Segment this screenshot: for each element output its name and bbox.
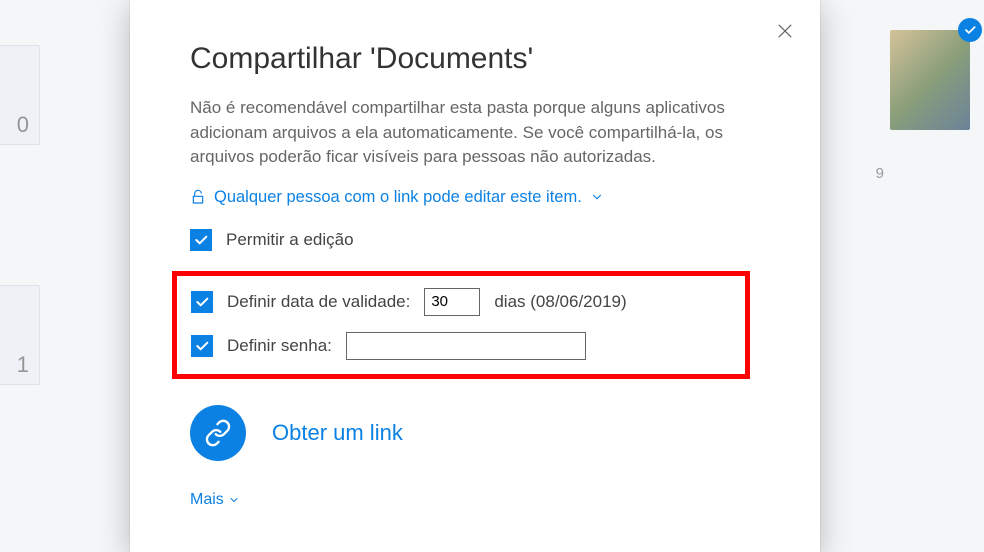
folder-label: e email — [0, 153, 40, 170]
permission-text: Qualquer pessoa com o link pode editar e… — [214, 188, 582, 207]
folder-item[interactable]: 0 e email de 2017 — [0, 45, 40, 186]
password-input[interactable] — [346, 332, 586, 360]
folder-count: 0 — [17, 112, 29, 138]
link-icon — [204, 419, 232, 447]
selected-thumbnail[interactable] — [890, 30, 970, 130]
selected-check-icon — [958, 18, 982, 42]
folder-item[interactable]: 1 res de 2011 — [0, 285, 40, 426]
more-label: Mais — [190, 491, 224, 509]
folder-sublabel: de 2011 — [0, 410, 40, 426]
check-icon — [194, 294, 210, 310]
check-icon — [193, 232, 209, 248]
set-expiry-label: Definir data de validade: — [227, 292, 410, 312]
folder-icon: 0 — [0, 45, 40, 145]
set-password-label: Definir senha: — [227, 336, 332, 356]
check-icon — [194, 338, 210, 354]
unlock-icon — [190, 189, 206, 205]
allow-editing-row: Permitir a edição — [190, 229, 778, 251]
allow-editing-label: Permitir a edição — [226, 230, 354, 250]
allow-editing-checkbox[interactable] — [190, 229, 212, 251]
more-button[interactable]: Mais — [190, 491, 778, 509]
set-password-checkbox[interactable] — [191, 335, 213, 357]
warning-text: Não é recomendável compartilhar esta pas… — [190, 96, 750, 170]
set-expiry-row: Definir data de validade: dias (08/06/20… — [191, 288, 731, 316]
folder-icon: 1 — [0, 285, 40, 385]
folder-count: 1 — [17, 352, 29, 378]
set-password-row: Definir senha: — [191, 332, 731, 360]
expiry-days-input[interactable] — [424, 288, 480, 316]
chevron-down-icon — [228, 494, 240, 506]
dialog-title: Compartilhar 'Documents' — [190, 42, 778, 76]
folder-label: res — [0, 393, 40, 410]
expiry-suffix: dias (08/06/2019) — [494, 292, 626, 312]
permission-selector[interactable]: Qualquer pessoa com o link pode editar e… — [190, 188, 778, 207]
get-link-label: Obter um link — [272, 420, 403, 446]
folder-sublabel: de 2017 — [0, 170, 40, 186]
chevron-down-icon — [590, 190, 604, 204]
close-button[interactable] — [770, 16, 800, 46]
share-dialog: Compartilhar 'Documents' Não é recomendá… — [130, 0, 820, 552]
set-expiry-checkbox[interactable] — [191, 291, 213, 313]
link-icon-circle — [190, 405, 246, 461]
highlight-annotation: Definir data de validade: dias (08/06/20… — [172, 271, 750, 379]
thumbnail-meta: 9 — [876, 165, 884, 182]
get-link-button[interactable]: Obter um link — [190, 405, 778, 461]
